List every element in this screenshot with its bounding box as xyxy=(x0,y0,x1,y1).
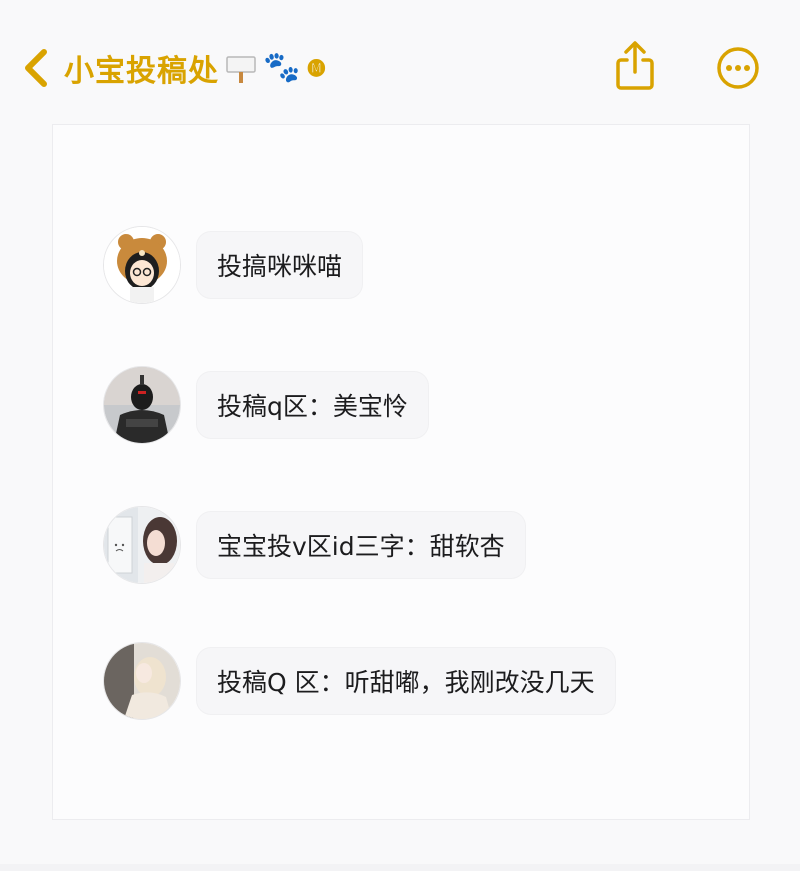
message-row: 宝宝投v区id三字：甜软杏 xyxy=(103,506,525,584)
bear-hat-girl-avatar[interactable] xyxy=(103,226,181,304)
message-text: 投稿Q 区：听甜嘟，我刚改没几天 xyxy=(217,668,595,697)
message-text: 投稿q区：美宝怜 xyxy=(217,392,408,421)
chat-title: 小宝投稿处 🐾 🅜 xyxy=(64,46,326,90)
armored-figure-avatar[interactable] xyxy=(103,366,181,444)
message-row: 投搞咪咪喵 xyxy=(103,226,363,304)
chat-title-text: 小宝投稿处 xyxy=(64,54,219,89)
message-text: 投搞咪咪喵 xyxy=(217,252,343,281)
message-bubble[interactable]: 投稿Q 区：听甜嘟，我刚改没几天 xyxy=(197,648,615,714)
navigation-bar: 小宝投稿处 🐾 🅜 xyxy=(0,0,800,120)
signpost-icon xyxy=(225,52,257,84)
messages-panel: 投搞咪咪喵 投稿q区：美宝怜 宝宝投v区id三字：甜软杏 投稿Q 区：听甜嘟，我… xyxy=(52,124,750,820)
blonde-girl-avatar[interactable] xyxy=(103,642,181,720)
title-tail-glyph: 🅜 xyxy=(307,59,327,80)
paw-prints-icon: 🐾 xyxy=(263,50,302,85)
message-row: 投稿Q 区：听甜嘟，我刚改没几天 xyxy=(103,642,615,720)
chevron-left-icon xyxy=(25,49,47,87)
message-bubble[interactable]: 宝宝投v区id三字：甜软杏 xyxy=(197,512,525,578)
girl-at-window-avatar[interactable] xyxy=(103,506,181,584)
bottom-strip xyxy=(0,864,800,871)
more-options-button[interactable] xyxy=(716,46,760,90)
message-row: 投稿q区：美宝怜 xyxy=(103,366,428,444)
back-button[interactable] xyxy=(20,48,54,88)
message-bubble[interactable]: 投稿q区：美宝怜 xyxy=(197,372,428,438)
more-icon xyxy=(717,47,759,89)
message-bubble[interactable]: 投搞咪咪喵 xyxy=(197,232,363,298)
message-text: 宝宝投v区id三字：甜软杏 xyxy=(217,532,505,561)
share-icon xyxy=(616,41,654,90)
share-button[interactable] xyxy=(612,40,658,92)
